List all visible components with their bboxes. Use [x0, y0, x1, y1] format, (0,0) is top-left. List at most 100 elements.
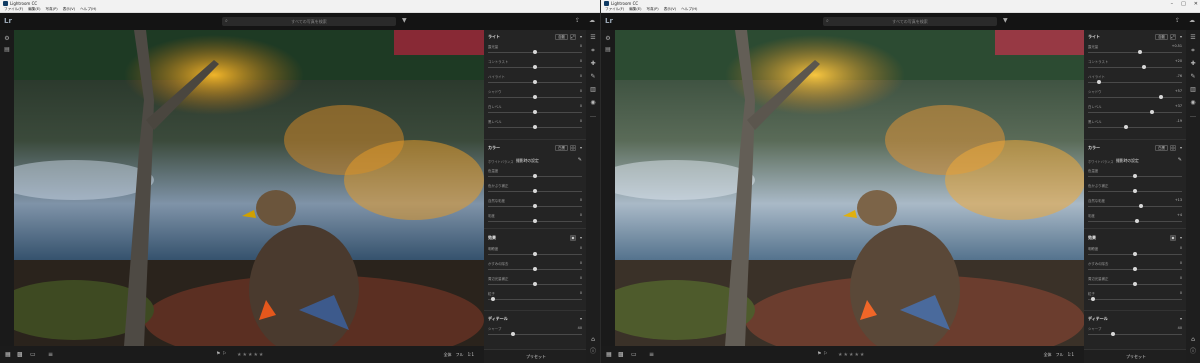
slider-knob[interactable]	[533, 252, 537, 256]
crop-icon[interactable]: ⌗	[1189, 47, 1197, 55]
menu-photo[interactable]: 写真(P)	[647, 7, 659, 12]
settings-icon[interactable]: ⚙	[604, 35, 612, 43]
minimize-icon[interactable]: –	[1171, 1, 1174, 7]
effects-section-header[interactable]: 効果 ▣ ▾	[488, 234, 582, 242]
slider-knob[interactable]	[1133, 174, 1137, 178]
slider-value[interactable]: 0	[1180, 291, 1182, 295]
slider-value[interactable]: +0.51	[1172, 44, 1182, 48]
slider-knob[interactable]	[1133, 252, 1137, 256]
slider-knob[interactable]	[1138, 204, 1143, 208]
menu-photo[interactable]: 写真(P)	[46, 7, 58, 12]
menu-help[interactable]: ヘルプ(H)	[681, 7, 697, 12]
slider-track[interactable]	[488, 299, 582, 300]
search-input[interactable]: ⌕ すべての写真を検索	[222, 17, 396, 26]
radial-gradient-icon[interactable]: ◉	[589, 99, 597, 107]
flag-icons[interactable]: ⚑ ⚐	[216, 351, 227, 357]
flag-icons[interactable]: ⚑ ⚐	[817, 351, 828, 357]
linear-gradient-icon[interactable]: ▥	[1189, 86, 1197, 94]
slider-value[interactable]: -76	[1176, 74, 1182, 78]
crop-icon[interactable]: ⌗	[589, 47, 597, 55]
slider-knob[interactable]	[533, 189, 537, 193]
slider-knob[interactable]	[1149, 110, 1154, 114]
slider-track[interactable]	[1088, 52, 1182, 53]
info-icon[interactable]: ⓘ	[589, 348, 597, 356]
slider-knob[interactable]	[533, 125, 537, 129]
slider-value[interactable]: 0	[580, 44, 582, 48]
slider-knob[interactable]	[1097, 80, 1102, 84]
menu-edit[interactable]: 編集(E)	[629, 7, 641, 12]
chevron-down-icon[interactable]: ▾	[580, 316, 582, 321]
wb-select[interactable]: 撮影時の設定	[1116, 158, 1139, 164]
healing-brush-icon[interactable]: ✚	[589, 60, 597, 68]
menu-help[interactable]: ヘルプ(H)	[80, 7, 96, 12]
more-icon[interactable]: …	[1189, 112, 1197, 120]
slider-knob[interactable]	[533, 65, 537, 69]
healing-brush-icon[interactable]: ✚	[1189, 60, 1197, 68]
slider-knob[interactable]	[511, 332, 516, 336]
slider-knob[interactable]	[1111, 332, 1116, 336]
close-icon[interactable]: ✕	[1194, 1, 1198, 7]
filter-icon[interactable]: ▼	[402, 17, 407, 24]
slider-value[interactable]: 0	[1180, 276, 1182, 280]
slider-value[interactable]: 0	[580, 276, 582, 280]
slider-knob[interactable]	[533, 282, 537, 286]
chevron-down-icon[interactable]: ▾	[1180, 235, 1182, 240]
slider-value[interactable]: 0	[580, 198, 582, 202]
radial-gradient-icon[interactable]: ◉	[1189, 99, 1197, 107]
slider-knob[interactable]	[1142, 65, 1147, 69]
wb-select[interactable]: 撮影時の設定	[516, 158, 539, 164]
filter-icon[interactable]: ▼	[1003, 17, 1008, 24]
slider-knob[interactable]	[533, 95, 537, 99]
eyedropper-icon[interactable]: ✎	[578, 157, 582, 163]
photo-canvas[interactable]	[14, 30, 484, 346]
grid-view-icon[interactable]: ▦	[5, 351, 11, 358]
slider-value[interactable]: +37	[1175, 104, 1182, 108]
auto-button[interactable]: 自動	[1155, 34, 1168, 40]
tag-icon[interactable]: ⌂	[1189, 336, 1197, 344]
info-icon[interactable]: ⓘ	[1189, 348, 1197, 356]
zoom-fill[interactable]: フル	[1056, 352, 1064, 358]
slider-value[interactable]: 0	[580, 89, 582, 93]
slider-knob[interactable]	[1159, 95, 1164, 99]
effects-section-header[interactable]: 効果 ▣ ▾	[1088, 234, 1182, 242]
maximize-icon[interactable]: □	[1181, 1, 1186, 7]
detail-section-header[interactable]: ディテール ▾	[488, 315, 582, 323]
settings-icon[interactable]: ⚙	[3, 35, 11, 43]
slider-track[interactable]	[1088, 127, 1182, 128]
curve-icon[interactable]: ⤢	[570, 34, 576, 40]
slider-knob[interactable]	[1134, 219, 1139, 223]
slider-track[interactable]	[1088, 97, 1182, 98]
slider-value[interactable]: 0	[580, 291, 582, 295]
search-input[interactable]: ⌕ すべての写真を検索	[823, 17, 997, 26]
slider-track[interactable]	[1088, 334, 1182, 335]
slider-knob[interactable]	[533, 204, 537, 208]
detail-view-icon[interactable]: ▭	[631, 351, 637, 358]
tag-icon[interactable]: ⌂	[589, 336, 597, 344]
bw-button[interactable]: 白黒	[1155, 145, 1168, 151]
slider-track[interactable]	[1088, 112, 1182, 113]
chevron-down-icon[interactable]: ▾	[1180, 316, 1182, 321]
slider-value[interactable]: 0	[580, 119, 582, 123]
cloud-icon[interactable]: ☁	[1189, 17, 1195, 24]
slider-value[interactable]: 0	[580, 74, 582, 78]
brush-icon[interactable]: ✎	[589, 73, 597, 81]
zoom-fit[interactable]: 全体	[444, 352, 452, 358]
preset-button[interactable]: プリセット	[526, 354, 546, 360]
slider-knob[interactable]	[1133, 189, 1137, 193]
slider-value[interactable]: 40	[1178, 326, 1182, 330]
edit-sliders-icon[interactable]: ☰	[1189, 34, 1197, 42]
slider-knob[interactable]	[533, 50, 537, 54]
color-section-header[interactable]: カラー 白黒 ◎ ▾	[1088, 144, 1182, 152]
slider-value[interactable]: -19	[1176, 119, 1182, 123]
bw-button[interactable]: 白黒	[555, 145, 568, 151]
zoom-100[interactable]: 1:1	[1068, 352, 1074, 358]
light-section-header[interactable]: ライト 自動 ⤢ ▾	[1088, 33, 1182, 41]
rating-stars[interactable]: ★★★★★	[838, 352, 865, 358]
square-grid-icon[interactable]: ▩	[17, 351, 23, 358]
more-icon[interactable]: …	[589, 112, 597, 120]
menu-file[interactable]: ファイル(F)	[605, 7, 624, 12]
grid-view-icon[interactable]: ▦	[606, 351, 612, 358]
slider-knob[interactable]	[533, 174, 537, 178]
auto-button[interactable]: 自動	[555, 34, 568, 40]
brush-icon[interactable]: ✎	[1189, 73, 1197, 81]
